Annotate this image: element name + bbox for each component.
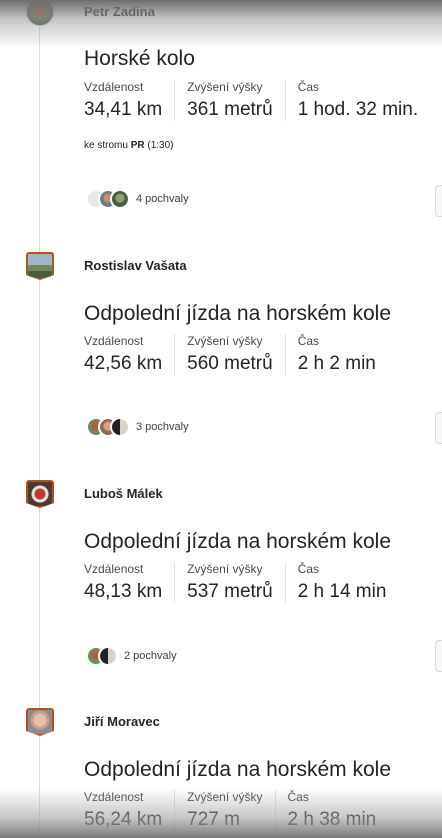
segment-time: (1:30) (147, 140, 174, 151)
stat-label: Čas (297, 80, 320, 94)
athlete-avatar[interactable] (26, 252, 54, 280)
stat-time: Čas 2 h 14 min (298, 562, 399, 603)
stat-distance: Vzdálenost 34,41 km (84, 80, 176, 121)
athlete-name[interactable]: Luboš Málek (84, 486, 163, 501)
stat-label: Vzdálenost (84, 790, 144, 804)
activity-stats: Vzdálenost 56,24 km Zvýšení výšky 727 m … (84, 790, 400, 831)
stat-value: 42,56 km (84, 353, 163, 374)
athlete-name[interactable]: Rostislav Vašata (84, 258, 187, 273)
top-fade-overlay (0, 0, 442, 48)
stat-time: Čas 1 hod. 32 min. (298, 80, 430, 121)
comment-button[interactable] (435, 640, 442, 672)
stat-value: 537 metrů (187, 581, 273, 602)
stat-value: 2 h 2 min (297, 353, 376, 374)
kudos-row[interactable]: 4 pochvaly (86, 189, 189, 209)
athlete-avatar[interactable] (26, 708, 54, 736)
stat-value: 727 m (187, 809, 240, 830)
stat-label: Zvýšení výšky (187, 562, 263, 576)
athlete-avatar[interactable] (26, 0, 54, 26)
activity-title[interactable]: Horské kolo (84, 47, 195, 71)
stat-value: 1 hod. 32 min. (297, 99, 419, 120)
athlete-name[interactable]: Petr Zadina (84, 4, 155, 19)
stat-label: Vzdálenost (84, 562, 144, 576)
comment-button[interactable] (435, 185, 442, 217)
athlete-name[interactable]: Jiří Moravec (84, 714, 160, 729)
stat-value: 48,13 km (84, 581, 163, 602)
stat-value: 560 metrů (187, 353, 273, 374)
stat-time: Čas 2 h 2 min (298, 334, 388, 375)
activity-stats: Vzdálenost 48,13 km Zvýšení výšky 537 me… (84, 562, 410, 603)
activity-stats: Vzdálenost 42,56 km Zvýšení výšky 560 me… (84, 334, 400, 375)
kudos-row[interactable]: 3 pochvaly (86, 417, 189, 437)
segment-name: ke stromu (84, 140, 128, 151)
stat-label: Vzdálenost (84, 80, 144, 94)
activity-stats: Vzdálenost 34,41 km Zvýšení výšky 361 me… (84, 80, 442, 121)
kudos-row[interactable]: 2 pochvaly (86, 646, 177, 666)
stat-value: 2 h 14 min (297, 581, 387, 602)
comment-button[interactable] (435, 412, 442, 444)
stat-value: 34,41 km (84, 99, 163, 120)
kudos-count: 3 pochvaly (136, 421, 189, 433)
kudo-avatar (110, 417, 130, 437)
stat-elevation: Zvýšení výšky 361 metrů (187, 80, 286, 121)
stat-value: 361 metrů (187, 99, 273, 120)
athlete-avatar[interactable] (26, 480, 54, 508)
stat-value: 56,24 km (84, 809, 163, 830)
stat-label: Čas (297, 334, 320, 348)
stat-label: Vzdálenost (84, 334, 144, 348)
stat-distance: Vzdálenost 48,13 km (84, 562, 176, 603)
stat-label: Zvýšení výšky (187, 80, 263, 94)
stat-elevation: Zvýšení výšky 727 m (187, 790, 276, 831)
activity-title[interactable]: Odpolední jízda na horském kole (84, 302, 391, 326)
activity-title[interactable]: Odpolední jízda na horském kole (84, 530, 391, 554)
activity-title[interactable]: Odpolední jízda na horském kole (84, 758, 391, 782)
stat-value: 2 h 38 min (287, 809, 377, 830)
stat-distance: Vzdálenost 42,56 km (84, 334, 176, 375)
stat-label: Čas (297, 562, 320, 576)
segment-achievement[interactable]: ke stromu PR (1:30) (84, 140, 174, 151)
stat-label: Zvýšení výšky (187, 334, 263, 348)
pr-badge: PR (130, 140, 145, 151)
stat-elevation: Zvýšení výšky 560 metrů (187, 334, 286, 375)
stat-label: Čas (287, 790, 309, 804)
stat-label: Zvýšení výšky (187, 790, 263, 804)
kudo-avatar (110, 189, 130, 209)
kudos-count: 2 pochvaly (124, 650, 177, 662)
stat-time: Čas 2 h 38 min (288, 790, 389, 831)
kudos-count: 4 pochvaly (136, 193, 189, 205)
stat-distance: Vzdálenost 56,24 km (84, 790, 176, 831)
kudo-avatar (98, 646, 118, 666)
stat-elevation: Zvýšení výšky 537 metrů (187, 562, 286, 603)
